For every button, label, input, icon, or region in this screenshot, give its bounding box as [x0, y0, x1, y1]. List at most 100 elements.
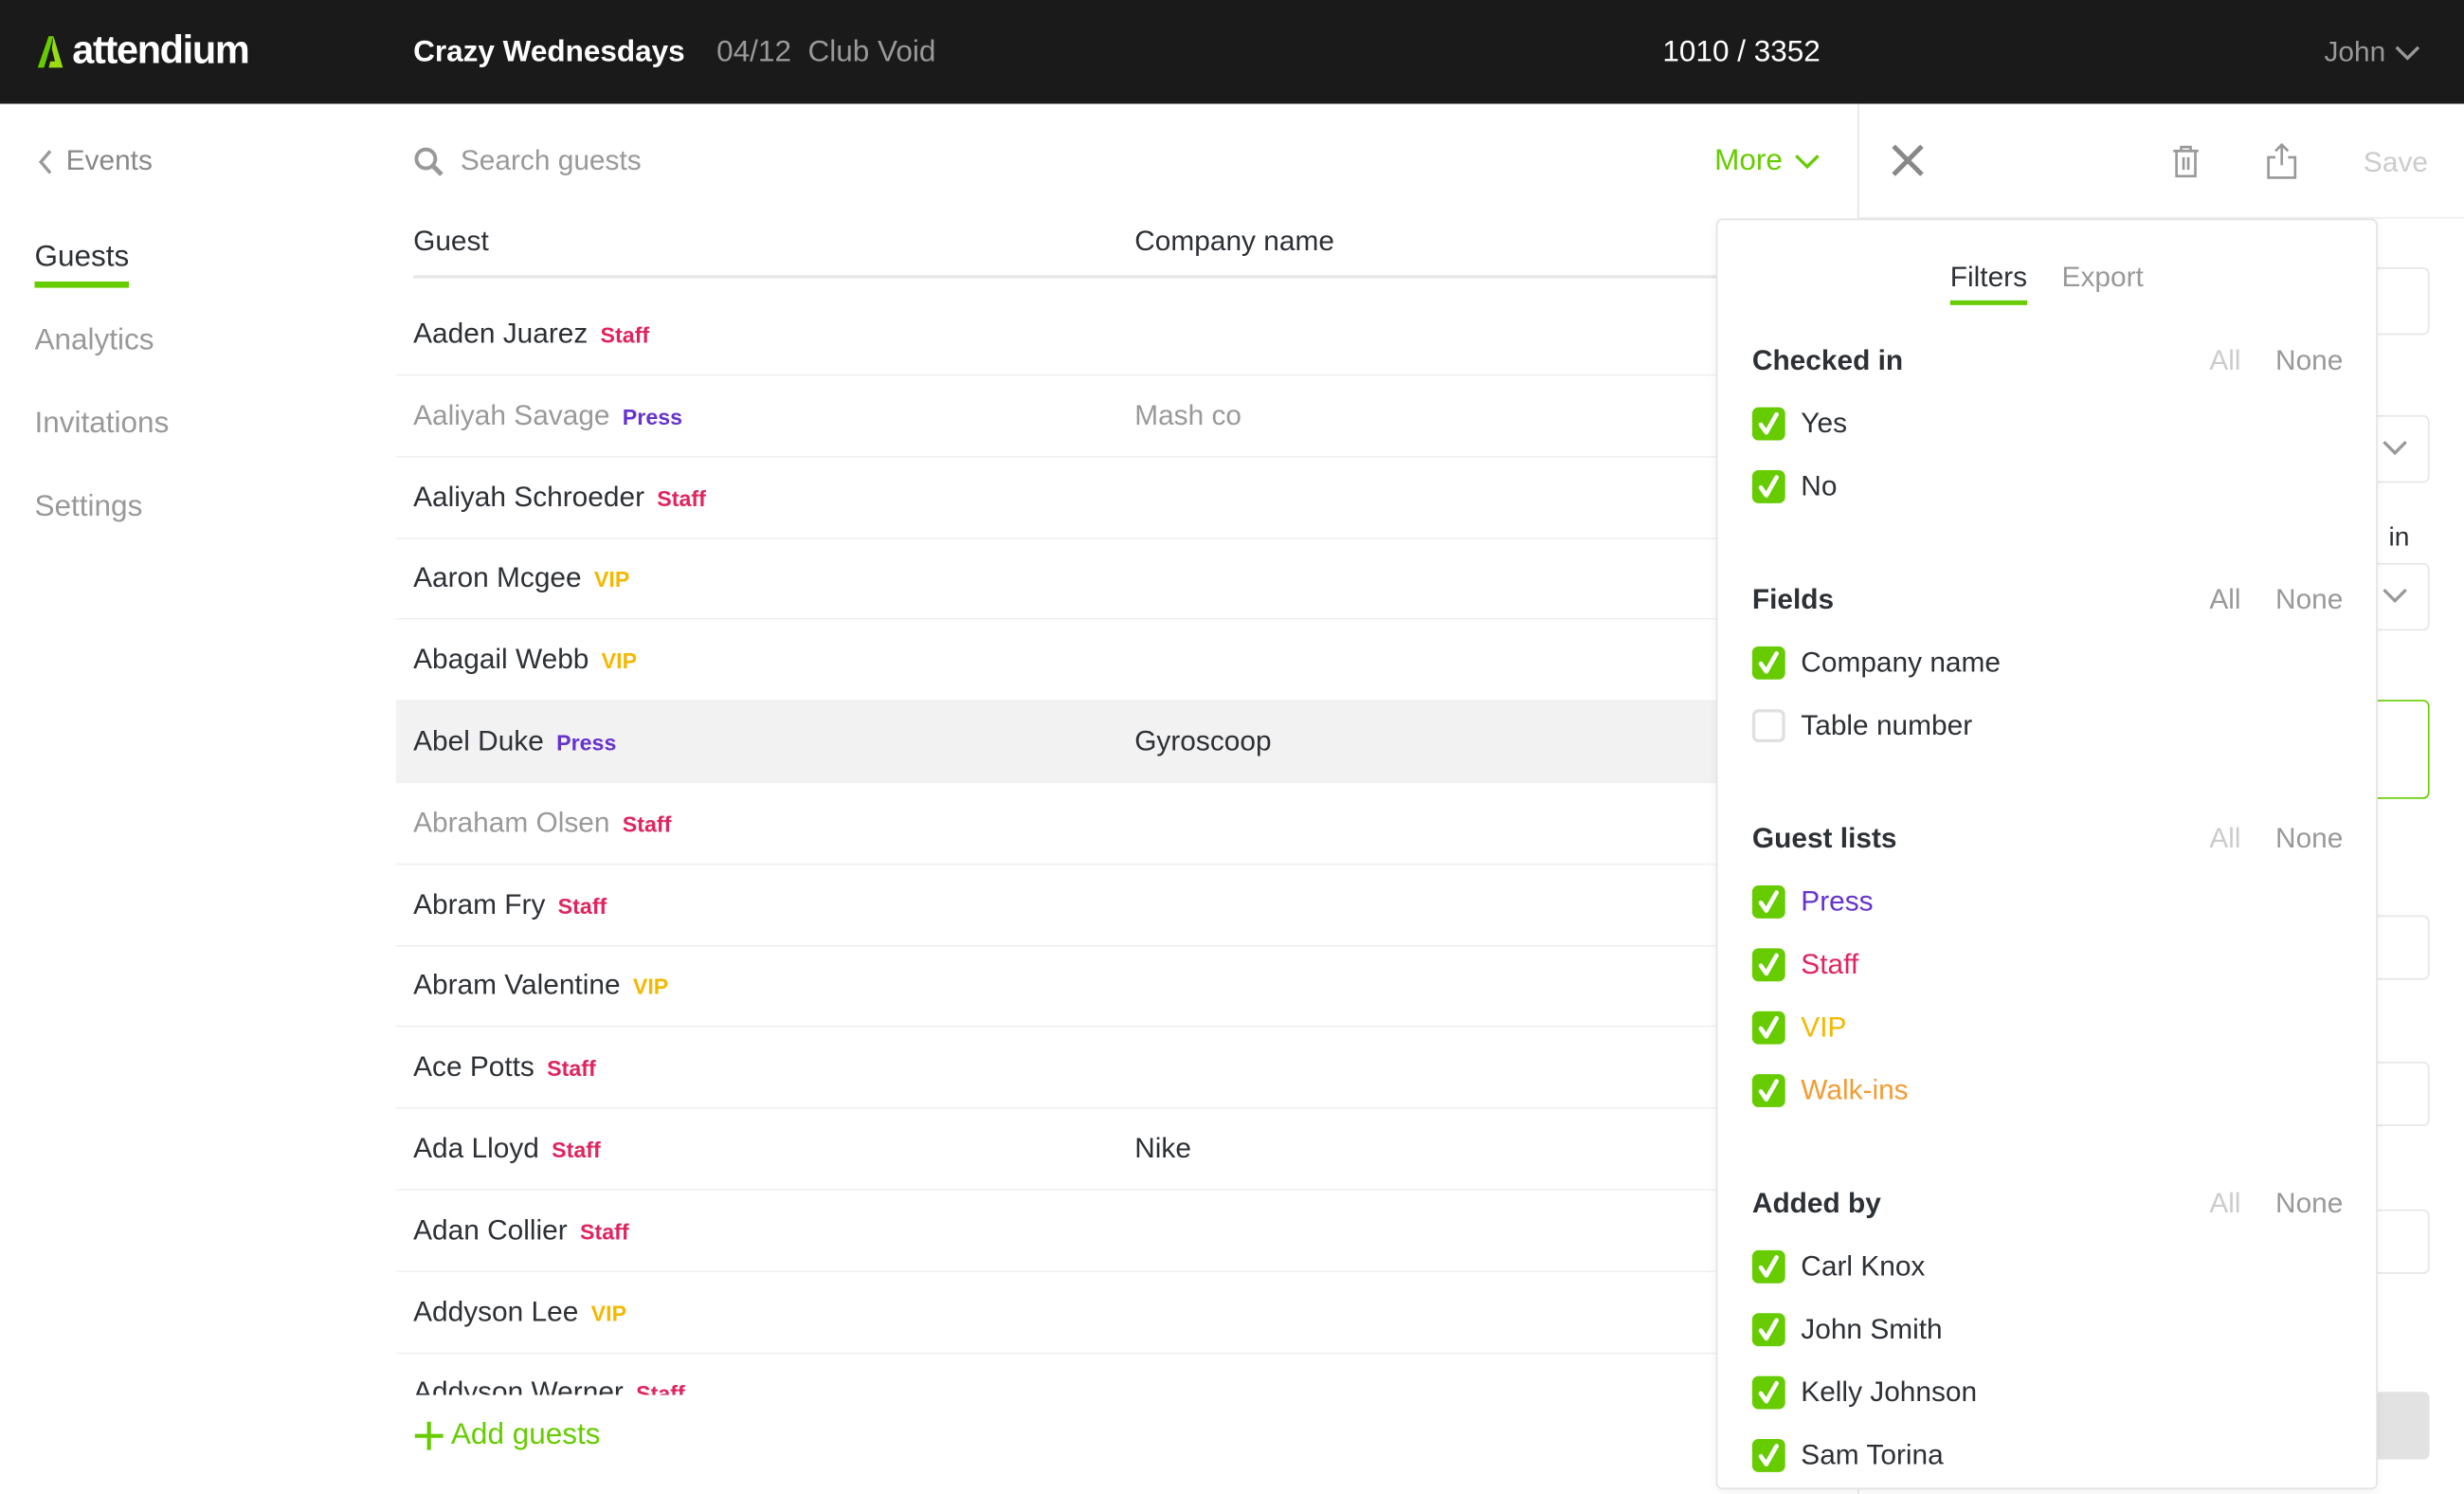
- table-row[interactable]: Abel Duke Press Gyroscoop: [395, 701, 1716, 784]
- check-icon: [1758, 1379, 1780, 1404]
- select-all-link[interactable]: All: [2209, 1187, 2240, 1220]
- table-row[interactable]: Ada Lloyd Staff Nike: [395, 1109, 1716, 1191]
- table-row[interactable]: Addyson Lee VIP: [395, 1271, 1716, 1354]
- table-row[interactable]: Abagail Webb VIP: [395, 620, 1716, 702]
- filter-popover: Filters Export Checked in All None Yes No Fie…: [1715, 218, 2378, 1490]
- column-header-guest[interactable]: Guest: [413, 225, 489, 258]
- guest-list-tag: VIP: [632, 974, 669, 1000]
- filter-option[interactable]: VIP: [1751, 1010, 2343, 1044]
- user-menu[interactable]: John: [2324, 36, 2420, 69]
- chevron-down-icon: [1795, 155, 1821, 170]
- guest-list-tag: Staff: [552, 1137, 601, 1163]
- select-none-link[interactable]: None: [2275, 1187, 2343, 1220]
- table-row[interactable]: Aaron Mcgee VIP: [395, 538, 1716, 621]
- save-button[interactable]: Save: [2364, 146, 2428, 179]
- checkbox[interactable]: [1751, 947, 1785, 981]
- check-icon: [1758, 1443, 1780, 1467]
- chevron-down-icon: [2395, 45, 2420, 60]
- filter-option[interactable]: Walk-ins: [1751, 1072, 2343, 1107]
- search-icon: [414, 146, 444, 176]
- sidebar-item-settings[interactable]: Settings: [34, 491, 142, 525]
- share-icon[interactable]: [2266, 142, 2297, 181]
- filter-option[interactable]: No: [1751, 468, 2343, 503]
- option-label: Sam Torina: [1801, 1438, 1944, 1470]
- guest-name-text: Aaden Juarez: [413, 318, 589, 350]
- checkbox[interactable]: [1751, 406, 1785, 440]
- filter-option[interactable]: Carl Knox: [1751, 1248, 2343, 1283]
- filter-option[interactable]: Staff: [1751, 947, 2343, 981]
- checkbox[interactable]: [1751, 1312, 1785, 1346]
- checkbox[interactable]: [1751, 1073, 1785, 1107]
- checkbox[interactable]: [1751, 646, 1785, 679]
- user-name: John: [2324, 36, 2386, 68]
- checkbox[interactable]: [1751, 884, 1785, 919]
- option-label: No: [1801, 469, 1838, 501]
- table-row[interactable]: Abram Fry Staff: [395, 865, 1716, 947]
- plus-icon: [414, 1421, 444, 1450]
- filter-option[interactable]: Company name: [1751, 645, 2343, 679]
- more-button[interactable]: More: [1714, 145, 1821, 179]
- chevron-down-icon: [2382, 441, 2407, 456]
- sidebar-item-analytics[interactable]: Analytics: [34, 324, 154, 358]
- table-row[interactable]: Addyson Werner Staff: [396, 1353, 1716, 1394]
- filter-section: Checked in All None Yes No: [1751, 343, 2343, 503]
- filter-option[interactable]: Kelly Johnson: [1751, 1375, 2343, 1409]
- table-row[interactable]: Abram Valentine VIP: [395, 946, 1716, 1028]
- select-none-link[interactable]: None: [2275, 583, 2343, 616]
- filter-option[interactable]: Yes: [1751, 406, 2343, 440]
- select-all-link[interactable]: All: [2209, 822, 2240, 855]
- checkbox[interactable]: [1751, 1375, 1785, 1409]
- table-row[interactable]: Aaden Juarez Staff: [395, 294, 1716, 376]
- guest-name-text: Addyson Werner: [413, 1376, 624, 1395]
- guest-name: Aaron Mcgee VIP: [413, 562, 629, 595]
- logo[interactable]: attendium: [34, 28, 250, 74]
- select-all-link[interactable]: All: [2209, 583, 2240, 616]
- select-all-link[interactable]: All: [2209, 343, 2240, 376]
- filter-option[interactable]: Press: [1751, 884, 2343, 919]
- select-none-link[interactable]: None: [2275, 343, 2343, 376]
- check-icon: [1758, 1015, 1780, 1039]
- guest-table: Aaden Juarez Staff Aaliyah Savage Press Mash…: [395, 294, 1716, 1395]
- section-title: Added by: [1751, 1186, 1881, 1218]
- section-title: Guest lists: [1751, 821, 1897, 854]
- close-icon[interactable]: [1891, 143, 1925, 177]
- guest-name: Ada Lloyd Staff: [413, 1132, 601, 1165]
- check-icon: [1758, 650, 1780, 674]
- checkbox[interactable]: [1751, 708, 1785, 742]
- guest-name-text: Addyson Lee: [413, 1295, 579, 1327]
- checkbox[interactable]: [1751, 469, 1785, 503]
- add-guests-button[interactable]: Add guests: [413, 1418, 601, 1452]
- table-row[interactable]: Ace Potts Staff: [395, 1028, 1716, 1109]
- tab-filters[interactable]: Filters: [1949, 261, 2028, 305]
- filter-option[interactable]: Table number: [1751, 708, 2343, 742]
- filter-section: Fields All None Company name Table number: [1751, 582, 2343, 742]
- filter-option[interactable]: Sam Torina: [1751, 1437, 2343, 1471]
- filter-option[interactable]: John Smith: [1751, 1312, 2343, 1346]
- event-venue: Club Void: [807, 36, 936, 69]
- header-divider: [413, 275, 1718, 279]
- option-label: Yes: [1801, 406, 1848, 439]
- back-to-events[interactable]: Events: [38, 145, 153, 178]
- column-header-company[interactable]: Company name: [1134, 225, 1334, 258]
- table-row[interactable]: Aaliyah Schroeder Staff: [395, 457, 1716, 539]
- select-none-link[interactable]: None: [2275, 822, 2343, 855]
- checkbox[interactable]: [1751, 1010, 1785, 1044]
- sidebar-item-invitations[interactable]: Invitations: [34, 408, 169, 442]
- guest-name-text: Abagail Webb: [413, 643, 589, 676]
- guest-list-tag: VIP: [590, 1300, 627, 1325]
- guest-list-tag: VIP: [593, 566, 630, 592]
- guest-name-text: Abram Fry: [413, 887, 546, 920]
- table-row[interactable]: Adan Collier Staff: [395, 1191, 1716, 1272]
- table-row[interactable]: Abraham Olsen Staff: [395, 783, 1716, 865]
- sidebar-item-guests[interactable]: Guests: [34, 241, 130, 288]
- guest-name: Abagail Webb VIP: [413, 644, 637, 677]
- checkbox[interactable]: [1751, 1249, 1785, 1283]
- guest-name-text: Aaliyah Savage: [413, 399, 610, 431]
- tab-export[interactable]: Export: [2062, 261, 2144, 294]
- checkbox[interactable]: [1751, 1438, 1785, 1471]
- trash-icon[interactable]: [2172, 145, 2201, 179]
- search-placeholder: Search guests: [460, 144, 642, 176]
- check-icon: [1758, 1078, 1780, 1102]
- search-input[interactable]: Search guests: [413, 145, 642, 178]
- table-row[interactable]: Aaliyah Savage Press Mash co: [395, 375, 1716, 458]
